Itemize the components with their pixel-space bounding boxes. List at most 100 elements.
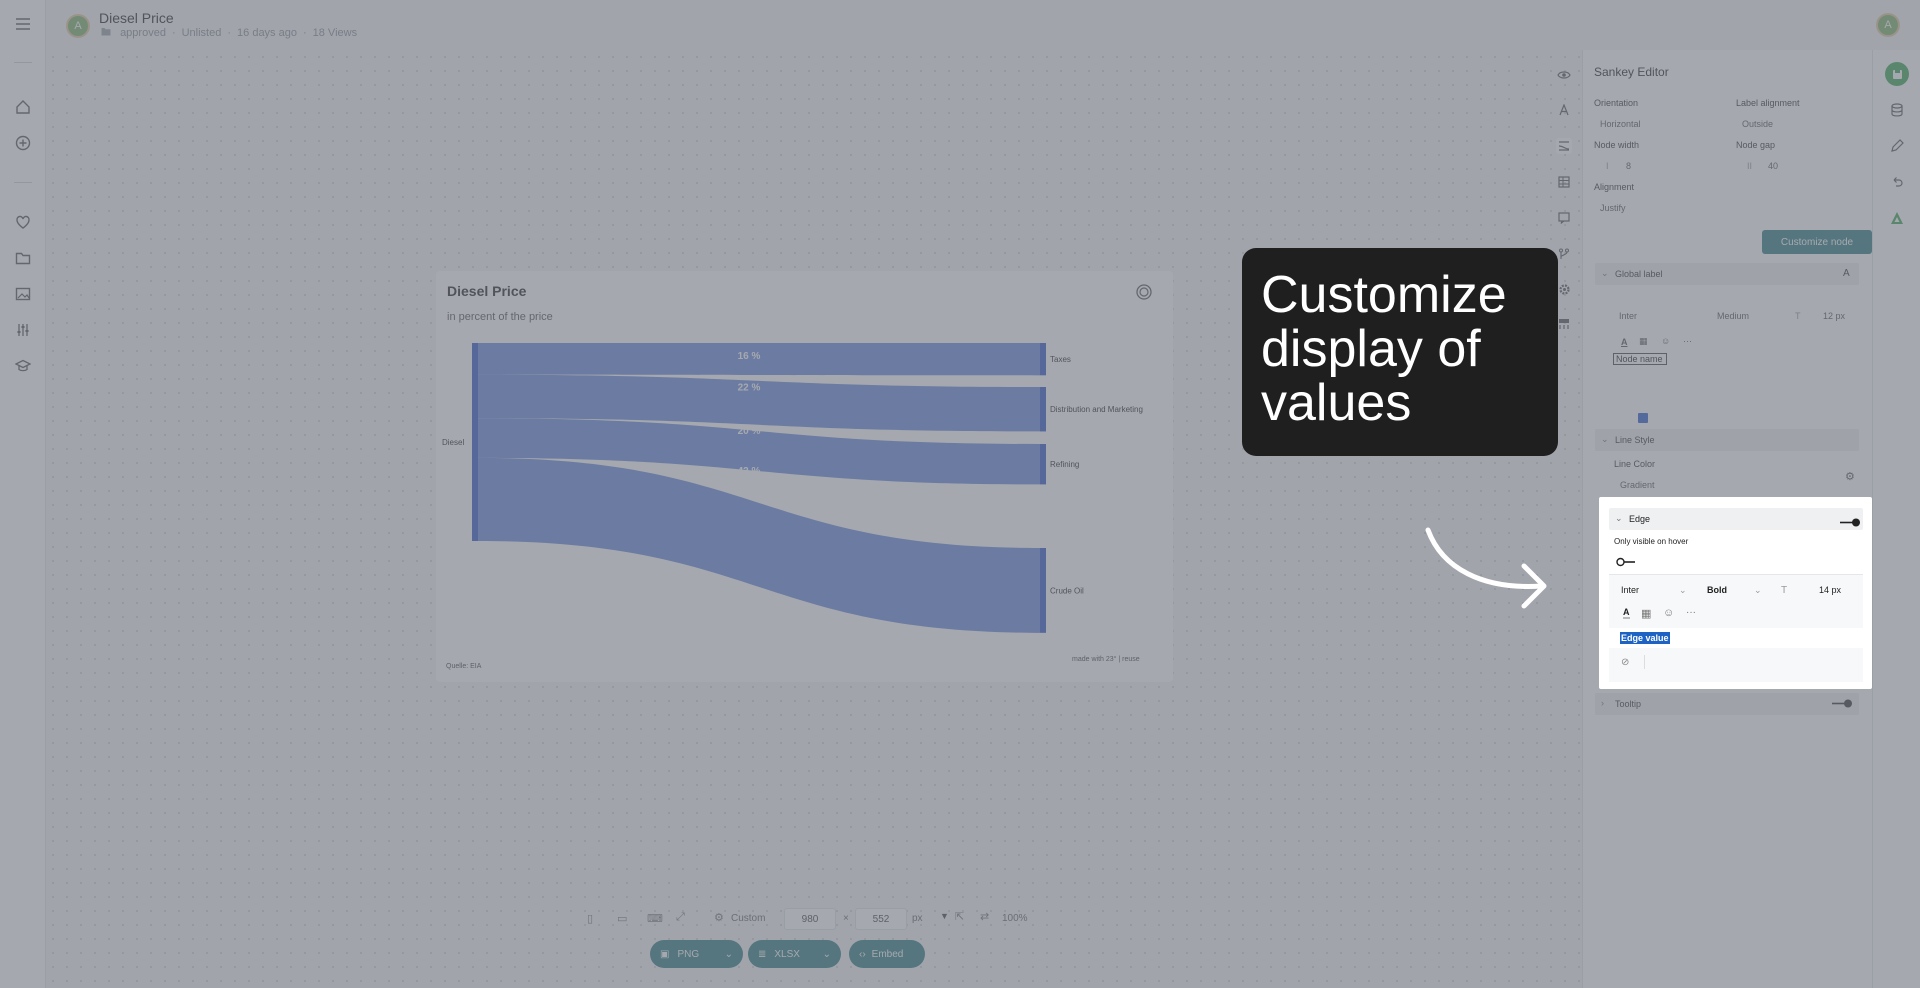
sankey-flow [478,457,1040,633]
chevron-down-icon: ⌄ [1601,268,1609,278]
sidebar-divider [14,182,32,183]
gear-icon[interactable]: ⚙ [714,911,724,924]
height-input[interactable]: 552 [855,908,907,930]
branch-icon[interactable] [1556,246,1572,262]
save-icon[interactable] [1885,62,1909,86]
fullscreen-icon[interactable]: ⤢ [676,911,685,924]
orientation-select[interactable]: Horizontal [1600,119,1641,129]
zoom-level[interactable]: 100% [1002,913,1028,924]
swap-icon[interactable]: ⇄ [980,910,989,923]
edge-toggle[interactable] [1839,514,1861,527]
alignment-select[interactable]: Justify [1600,203,1626,213]
chevron-down-icon[interactable]: ⌄ [725,949,733,960]
share-icon[interactable]: ⇱ [955,910,964,923]
checker-icon[interactable]: ▦ [1641,607,1651,620]
global-label-section[interactable]: ⌄ Global label A [1595,263,1859,285]
checker-icon[interactable]: ▦ [1639,336,1648,347]
export-png-label: PNG [677,948,700,960]
meta-age: 16 days ago [237,27,297,39]
line-color-select[interactable]: Gradient [1620,480,1655,490]
embed-button[interactable]: ‹› Embed [849,940,925,968]
node-width-input[interactable]: 8 [1626,161,1631,171]
settings-icon[interactable]: ⚙ [1845,470,1855,483]
global-weight-select[interactable]: Medium [1717,311,1749,321]
edge-weight-select[interactable]: Bold [1707,585,1727,595]
meta-visibility: Unlisted [181,27,222,39]
document-title: Diesel Price [99,10,174,26]
edge-font-select[interactable]: Inter [1621,585,1639,595]
customize-node-button[interactable]: Customize node [1762,230,1872,254]
callout-arrow-icon [1425,527,1547,609]
chevron-down-icon[interactable]: ⌄ [1679,585,1687,596]
sankey-icon[interactable] [1556,138,1572,154]
line-color-label: Line Color [1614,459,1656,469]
chart-source: Quelle: EIA [446,663,482,670]
hover-only-label: Only visible on hover [1614,537,1689,546]
brand-logo-icon[interactable] [1887,208,1907,228]
node-gap-input[interactable]: 40 [1768,161,1778,171]
chevron-down-icon: ⌄ [1615,513,1623,523]
mobile-icon[interactable]: ▯ [587,912,593,925]
node-width-label: Node width [1594,140,1640,150]
global-label-format-input[interactable]: Node name [1613,353,1667,365]
table-icon[interactable] [1556,174,1572,190]
edge-format-field[interactable]: Edge value [1609,628,1863,648]
graduation-icon[interactable] [13,356,33,376]
edge-section-header[interactable]: ⌄ Edge [1609,508,1863,530]
heart-icon[interactable] [13,212,33,232]
emoji-icon[interactable]: ☺ [1661,336,1670,346]
chevron-down-icon[interactable]: ⌄ [823,949,831,960]
global-label-color-swatch[interactable] [1638,413,1648,423]
image-icon[interactable] [13,284,33,304]
sankey-target-node [1040,343,1046,376]
sliders-icon[interactable] [13,320,33,340]
label-alignment-select[interactable]: Outside [1742,119,1773,129]
annotation-icon[interactable] [1556,210,1572,226]
emoji-icon[interactable]: ☺ [1663,607,1674,619]
meta-views: 18 Views [312,27,358,39]
user-avatar[interactable]: A [1876,13,1900,37]
add-icon[interactable] [13,133,33,153]
layout-icon[interactable] [1556,316,1572,332]
meta-dot: · [302,27,307,39]
unit-dropdown-icon[interactable]: ▼ [940,911,949,921]
pencil-icon[interactable] [1887,136,1907,156]
export-png-button[interactable]: ▣ PNG ⌄ [650,940,743,968]
tutorial-callout: Customize display of values [1242,248,1558,456]
home-icon[interactable] [13,97,33,117]
hover-only-toggle[interactable] [1616,554,1636,567]
global-font-select[interactable]: Inter [1619,311,1637,321]
node-width-icon: I [1606,161,1609,171]
menu-icon[interactable] [13,14,33,34]
font-color-icon[interactable]: A [1621,337,1628,347]
edge-value-token[interactable]: Edge value [1620,632,1670,644]
line-style-section[interactable]: ⌄ Line Style [1595,429,1859,451]
chart-credit[interactable]: made with 23° | reuse [1072,656,1140,663]
width-input[interactable]: 980 [784,908,836,930]
tooltip-toggle[interactable] [1831,699,1853,708]
left-sidebar [0,0,46,988]
target-node-label: Crude Oil [1050,586,1084,595]
font-color-icon[interactable]: A [1623,608,1630,619]
more-icon[interactable]: ··· [1683,336,1692,346]
gear-icon[interactable] [1556,281,1572,297]
export-xlsx-button[interactable]: ≣ XLSX ⌄ [748,940,841,968]
chevron-down-icon[interactable]: ⌄ [1754,585,1762,596]
chart-card[interactable]: Diesel Price in percent of the price 16 … [436,271,1173,682]
meta-folder[interactable]: approved [120,27,166,39]
tooltip-header: Tooltip [1615,699,1642,709]
tablet-icon[interactable]: ▭ [617,912,627,925]
edge-size-input[interactable]: 14 px [1819,585,1841,595]
global-size-input[interactable]: 12 px [1823,311,1845,321]
undo-icon[interactable] [1887,172,1907,192]
folder-icon[interactable] [13,248,33,268]
clear-format-icon[interactable]: ⊘ [1621,657,1629,668]
text-icon[interactable] [1556,102,1572,118]
more-icon[interactable]: ··· [1686,607,1696,618]
size-preset-select[interactable]: Custom [731,913,765,924]
database-icon[interactable] [1887,100,1907,120]
laptop-icon[interactable]: ⌨ [647,912,663,925]
eye-icon[interactable] [1556,67,1572,83]
text-icon: A [1843,268,1850,279]
tooltip-section[interactable]: › Tooltip [1595,693,1859,715]
